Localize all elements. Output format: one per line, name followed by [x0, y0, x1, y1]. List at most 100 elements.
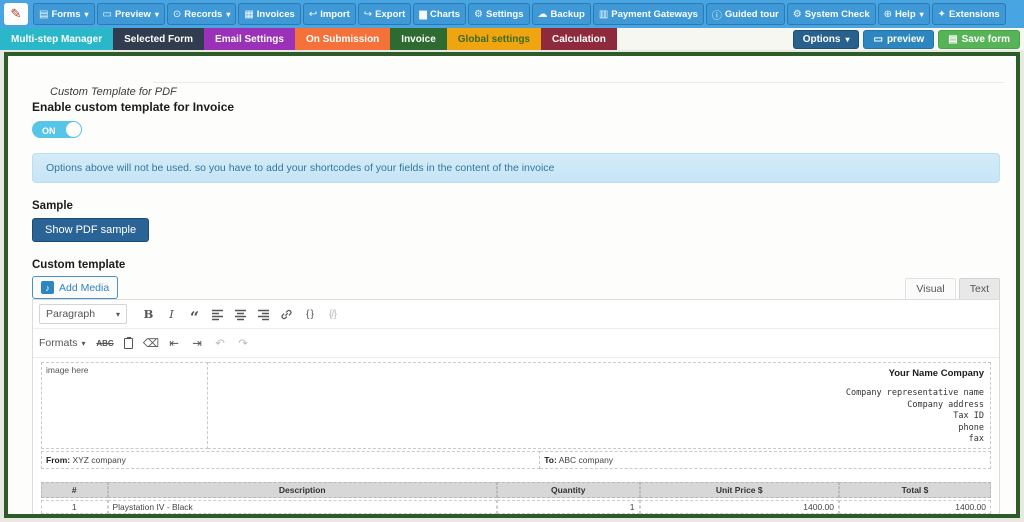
enable-template-toggle[interactable]: ON — [32, 121, 82, 138]
nav-item-import[interactable]: ↩ Import — [302, 3, 356, 25]
italic-button[interactable]: I — [161, 304, 182, 324]
nav-item-charts[interactable]: ▆ Charts — [413, 3, 467, 25]
nav-item-payment-gateways[interactable]: ▥ Payment Gateways — [592, 3, 704, 25]
nav-item-extensions[interactable]: ✦ Extensions — [931, 3, 1006, 25]
align-center-button[interactable] — [230, 304, 251, 324]
nav-item-label: Guided tour — [724, 8, 779, 20]
nav-item-invoices[interactable]: ▦ Invoices — [238, 3, 301, 25]
enable-custom-template-label: Enable custom template for Invoice — [32, 100, 235, 114]
align-left-button[interactable] — [207, 304, 228, 324]
blockquote-button[interactable]: “ — [184, 304, 205, 327]
outdent-button[interactable]: ⇤ — [164, 333, 185, 353]
nav-item-help[interactable]: ⊕ Help ▾ — [877, 3, 930, 25]
tab-actions: Options ▾ ▭ preview ▤ Save form — [792, 28, 1020, 50]
gear-icon: ⚙ — [792, 8, 802, 20]
paste-as-text-button[interactable] — [118, 333, 139, 353]
editor-mode-tabs: Visual Text — [905, 278, 1000, 299]
show-pdf-sample-button[interactable]: Show PDF sample — [32, 218, 150, 242]
preview-button[interactable]: ▭ preview — [863, 29, 935, 49]
gear-icon: ⚙ — [474, 8, 484, 20]
company-line: Company address — [907, 399, 984, 410]
nav-item-forms[interactable]: ▤ Forms ▾ — [33, 3, 95, 25]
nav-item-settings[interactable]: ⚙ Settings — [468, 3, 530, 25]
shortcode-button[interactable]: { } — [299, 304, 320, 324]
chart-icon: ▆ — [419, 8, 427, 20]
cell: 1400.00 — [639, 499, 839, 514]
invoice-icon: ▦ — [244, 8, 254, 20]
tab-calculation[interactable]: Calculation — [541, 28, 617, 50]
from-to-table: From: XYZ company To: ABC company — [40, 450, 991, 469]
to-label: To: — [544, 454, 557, 465]
chevron-down-icon: ▾ — [115, 309, 120, 319]
indent-button[interactable]: ⇥ — [187, 333, 208, 353]
arrow-left-icon: ↩ — [308, 8, 318, 20]
save-form-button[interactable]: ▤ Save form — [938, 29, 1020, 49]
nav-item-label: Records — [184, 8, 223, 20]
cell: Playstation IV - Black — [107, 499, 497, 514]
nav-item-system-check[interactable]: ⚙ System Check — [786, 3, 876, 25]
chevron-down-icon: ▾ — [81, 338, 86, 348]
nav-item-records[interactable]: ⊙ Records ▾ — [166, 3, 237, 25]
preview-label: preview — [886, 33, 925, 45]
nav-item-label: Settings — [486, 8, 524, 20]
table-row: 1 Playstation IV - Black 1 1400.00 1400.00 — [41, 499, 991, 514]
editor-toolbar-primary: Paragraph ▾ B I “ { } {/} — [33, 300, 999, 329]
company-name: Your Name Company — [888, 368, 984, 379]
nav-item-label: Invoices — [256, 8, 295, 20]
media-row: ♪ Add Media Visual Text — [32, 276, 1000, 299]
arrow-right-icon: ↪ — [363, 8, 373, 20]
align-right-button[interactable] — [253, 304, 274, 324]
invoice-settings-panel: Custom Template for PDF Enable custom te… — [4, 52, 1020, 518]
paragraph-select[interactable]: Paragraph ▾ — [39, 304, 127, 324]
company-line: Company representative name — [845, 388, 984, 398]
undo-button: ↶ — [215, 338, 225, 350]
tab-selected-form[interactable]: Selected Form — [113, 28, 205, 50]
cell: 1 — [41, 499, 108, 514]
column-header-quantity: Quantity — [497, 481, 640, 498]
tab-email-settings[interactable]: Email Settings — [204, 28, 295, 50]
strikethrough-button[interactable]: ABC — [95, 333, 116, 353]
custom-template-label: Custom template — [32, 259, 126, 271]
tab-visual[interactable]: Visual — [905, 278, 956, 299]
company-lines: Company representative name Company addre… — [214, 388, 984, 446]
tab-invoice[interactable]: Invoice — [390, 28, 447, 50]
clear-formatting-button[interactable]: ⌫ — [141, 333, 162, 353]
file-icon: ▤ — [39, 8, 49, 20]
add-media-button[interactable]: ♪ Add Media — [32, 276, 119, 299]
card-icon: ▥ — [598, 8, 609, 20]
nav-item-export[interactable]: ↪ Export — [357, 3, 412, 25]
cell: 1 — [497, 499, 640, 514]
column-header-total: Total $ — [839, 481, 991, 498]
formats-dropdown[interactable]: Formats ▾ — [39, 337, 86, 349]
options-button[interactable]: Options ▾ — [792, 29, 860, 49]
clipboard-icon — [123, 336, 133, 349]
divider — [153, 82, 1004, 83]
cell: 105.00 — [839, 516, 991, 519]
column-header-unit-price: Unit Price $ — [639, 481, 839, 498]
toggle-knob — [66, 122, 81, 137]
tab-on-submission[interactable]: On Submission — [294, 28, 391, 50]
toggle-on-label: ON — [42, 126, 56, 136]
redo-button: ↷ — [238, 338, 248, 350]
help-icon: ⊕ — [883, 8, 893, 20]
cloud-icon: ☁ — [537, 8, 548, 20]
nav-item-label: Import — [320, 8, 350, 20]
save-icon: ▤ — [948, 33, 958, 45]
tinymce-editor: Paragraph ▾ B I “ { } {/} Formats ▾ ABC … — [32, 299, 1000, 519]
link-button[interactable] — [276, 304, 297, 324]
chevron-down-icon: ▾ — [154, 9, 159, 19]
tab-text[interactable]: Text — [958, 278, 1000, 299]
nav-item-backup[interactable]: ☁ Backup — [531, 3, 591, 25]
nav-item-guided-tour[interactable]: ⓘ Guided tour — [705, 3, 785, 25]
monitor-icon: ▭ — [873, 33, 883, 45]
from-label: From: — [46, 454, 71, 465]
tab-global-settings[interactable]: Global settings — [446, 28, 541, 50]
bold-button[interactable]: B — [138, 304, 159, 324]
company-line: phone — [958, 422, 984, 433]
top-toolbar: ✎ ▤ Forms ▾ ▭ Preview ▾ ⊙ Records ▾ ▦ Invoices ↩ Imp… — [0, 0, 1024, 28]
plugin-logo-icon: ✎ — [4, 3, 28, 25]
options-label: Options — [802, 33, 841, 45]
nav-item-preview[interactable]: ▭ Preview ▾ — [96, 3, 165, 25]
editor-content[interactable]: image here Your Name Company Company rep… — [33, 358, 999, 519]
tab-multi-step-manager[interactable]: Multi-step Manager — [0, 28, 114, 50]
